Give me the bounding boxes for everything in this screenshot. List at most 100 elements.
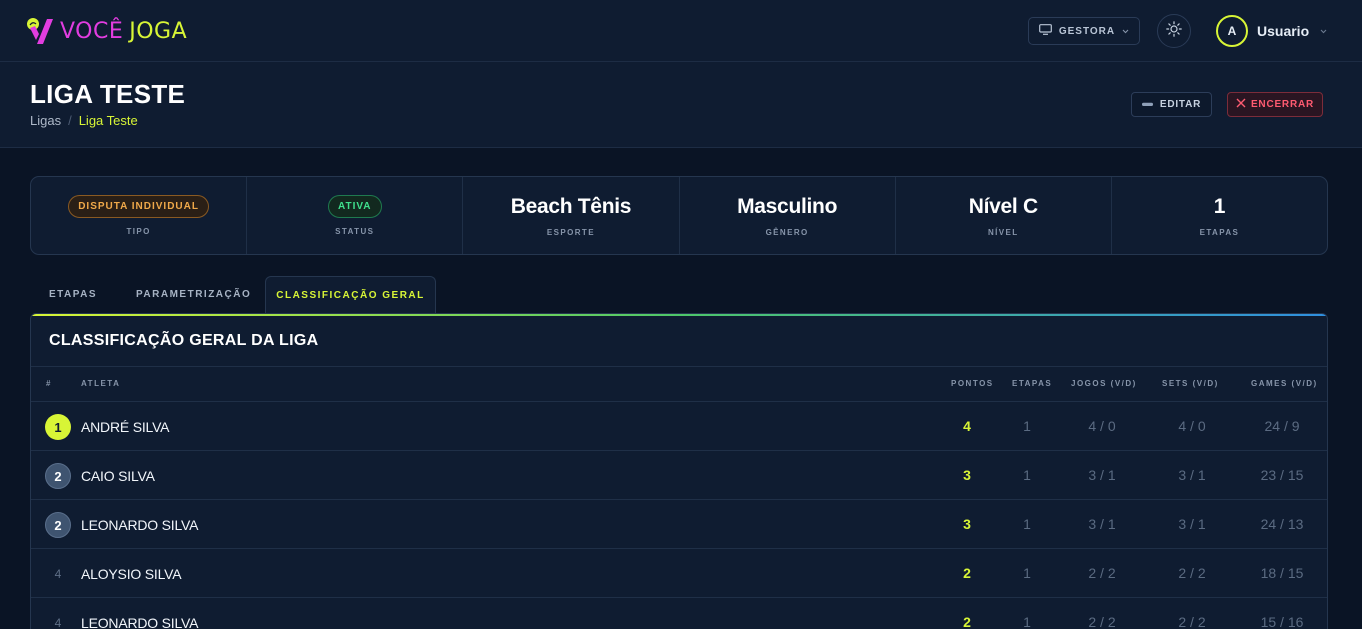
table-row[interactable]: 2 LEONARDO SILVA 3 1 3 / 1 3 / 1 24 / 13 <box>31 500 1327 549</box>
col-header-athlete: ATLETA <box>81 379 121 388</box>
col-header-pos: # <box>46 379 52 388</box>
table-row[interactable]: 2 CAIO SILVA 3 1 3 / 1 3 / 1 23 / 15 <box>31 451 1327 500</box>
games-cell: 18 / 15 <box>1260 565 1304 581</box>
brand-name-part1: VOCÊ <box>60 18 124 44</box>
brand-name: VOCÊ JOGA <box>60 19 187 44</box>
ranking-card: CLASSIFICAÇÃO GERAL DA LIGA # ATLETA PON… <box>30 313 1328 629</box>
sets-cell: 2 / 2 <box>1178 565 1206 581</box>
games-cell: 23 / 15 <box>1260 467 1304 483</box>
jogos-cell: 3 / 1 <box>1088 516 1116 532</box>
info-stages: 1 ETAPAS <box>1112 177 1327 254</box>
sets-cell: 3 / 1 <box>1178 516 1206 532</box>
table-row[interactable]: 4 ALOYSIO SILVA 2 1 2 / 2 2 / 2 18 / 15 <box>31 549 1327 598</box>
athlete-name: LEONARDO SILVA <box>81 517 199 533</box>
rank-badge: 2 <box>45 512 71 538</box>
col-header-games: GAMES (V/D) <box>1251 379 1318 388</box>
breadcrumb-current: Liga Teste <box>78 113 138 128</box>
info-level: Nível C NÍVEL <box>896 177 1112 254</box>
brand-logo[interactable]: VOCÊ JOGA <box>26 16 187 46</box>
type-badge: DISPUTA INDIVIDUAL <box>68 195 209 218</box>
ranking-title: CLASSIFICAÇÃO GERAL DA LIGA <box>49 332 319 349</box>
stages-cell: 1 <box>1023 467 1031 483</box>
page-header: LIGA TESTE Ligas / Liga Teste EDITAR ENC… <box>0 62 1362 148</box>
table-row[interactable]: 1 ANDRÉ SILVA 4 1 4 / 0 4 / 0 24 / 9 <box>31 402 1327 451</box>
points-cell: 4 <box>963 418 971 434</box>
tab-bar: ETAPAS PARAMETRIZAÇÃO CLASSIFICAÇÃO GERA… <box>30 276 436 313</box>
sets-cell: 4 / 0 <box>1178 418 1206 434</box>
breadcrumb: Ligas / Liga Teste <box>30 113 138 128</box>
chevron-down-icon <box>1320 26 1327 36</box>
sun-icon <box>1166 20 1182 42</box>
tab-etapas[interactable]: ETAPAS <box>30 276 131 313</box>
info-sport: Beach Tênis ESPORTE <box>463 177 680 254</box>
jogos-cell: 2 / 2 <box>1088 565 1116 581</box>
points-cell: 3 <box>963 467 971 483</box>
info-value: Beach Tênis <box>510 194 632 218</box>
edit-button-label: EDITAR <box>1159 99 1202 110</box>
user-menu[interactable]: A Usuario <box>1216 15 1327 47</box>
end-league-button-label: ENCERRAR <box>1250 99 1315 110</box>
tab-classificacao-geral[interactable]: CLASSIFICAÇÃO GERAL <box>265 276 436 313</box>
jogos-cell: 2 / 2 <box>1088 614 1116 629</box>
stages-cell: 1 <box>1023 565 1031 581</box>
rank-number: 4 <box>54 616 62 629</box>
rank-badge: 1 <box>45 414 71 440</box>
end-league-button[interactable]: ENCERRAR <box>1227 92 1323 117</box>
tab-parametrizacao[interactable]: PARAMETRIZAÇÃO <box>131 276 265 313</box>
top-bar: VOCÊ JOGA GESTORA A Usuario <box>0 0 1362 62</box>
points-cell: 2 <box>963 614 971 629</box>
pencil-icon <box>1141 99 1154 110</box>
stages-cell: 1 <box>1023 614 1031 629</box>
ranking-table-header: # ATLETA PONTOS ETAPAS JOGOS (V/D) SETS … <box>31 366 1327 402</box>
close-icon <box>1236 98 1246 111</box>
jogos-cell: 4 / 0 <box>1088 418 1116 434</box>
rank-number: 4 <box>54 567 62 581</box>
role-selector-button[interactable]: GESTORA <box>1028 17 1140 45</box>
points-cell: 2 <box>963 565 971 581</box>
avatar: A <box>1216 15 1248 47</box>
stages-cell: 1 <box>1023 516 1031 532</box>
jogos-cell: 3 / 1 <box>1088 467 1116 483</box>
edit-button[interactable]: EDITAR <box>1131 92 1212 117</box>
athlete-name: CAIO SILVA <box>81 468 155 484</box>
info-label: ESPORTE <box>546 227 595 237</box>
theme-toggle-button[interactable] <box>1157 14 1191 48</box>
rank-badge: 2 <box>45 463 71 489</box>
breadcrumb-link-ligas[interactable]: Ligas <box>30 113 61 128</box>
monitor-icon <box>1038 24 1052 38</box>
athlete-name: ANDRÉ SILVA <box>81 419 170 435</box>
info-value: 1 <box>1213 194 1226 218</box>
info-status: ATIVA STATUS <box>247 177 464 254</box>
role-selector-label: GESTORA <box>1058 25 1116 37</box>
info-label: TIPO <box>126 227 151 236</box>
info-type: DISPUTA INDIVIDUAL TIPO <box>31 177 248 254</box>
athlete-name: ALOYSIO SILVA <box>81 566 182 582</box>
logo-mark-icon <box>26 16 56 46</box>
chevron-down-icon <box>1122 26 1129 37</box>
status-badge: ATIVA <box>328 195 382 218</box>
brand-name-part2: JOGA <box>129 18 188 44</box>
games-cell: 24 / 13 <box>1260 516 1304 532</box>
info-value: Nível C <box>968 194 1038 218</box>
col-header-jogos: JOGOS (V/D) <box>1071 379 1137 388</box>
stages-cell: 1 <box>1023 418 1031 434</box>
points-cell: 3 <box>963 516 971 532</box>
info-label: STATUS <box>335 227 375 236</box>
col-header-points: PONTOS <box>951 379 994 388</box>
accent-divider <box>31 314 1327 316</box>
league-info-card: DISPUTA INDIVIDUAL TIPO ATIVA STATUS Bea… <box>30 176 1328 255</box>
games-cell: 15 / 16 <box>1260 614 1304 629</box>
info-label: ETAPAS <box>1199 227 1240 237</box>
breadcrumb-separator: / <box>68 113 72 128</box>
info-gender: Masculino GÊNERO <box>680 177 896 254</box>
user-name: Usuario <box>1257 23 1310 39</box>
page-title: LIGA TESTE <box>30 79 186 109</box>
col-header-stages: ETAPAS <box>1012 379 1053 388</box>
info-label: NÍVEL <box>987 227 1019 237</box>
sets-cell: 2 / 2 <box>1178 614 1206 629</box>
table-row[interactable]: 4 LEONARDO SILVA 2 1 2 / 2 2 / 2 15 / 16 <box>31 598 1327 629</box>
info-value: Masculino <box>737 194 838 218</box>
sets-cell: 3 / 1 <box>1178 467 1206 483</box>
games-cell: 24 / 9 <box>1264 418 1300 434</box>
athlete-name: LEONARDO SILVA <box>81 615 199 629</box>
